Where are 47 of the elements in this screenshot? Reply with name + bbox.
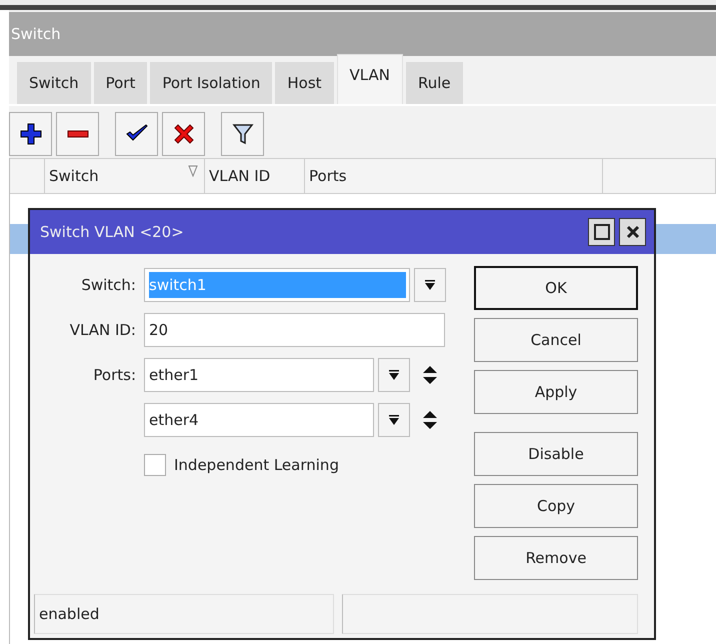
toolbar-button[interactable] (162, 112, 205, 156)
dropdown-icon (388, 369, 400, 381)
cross-icon (172, 123, 194, 145)
column-header[interactable]: Switch (45, 159, 205, 193)
toolbar-button[interactable] (115, 112, 158, 156)
column-header[interactable]: VLAN ID (205, 159, 305, 193)
tab[interactable]: Port (94, 62, 148, 104)
filter-icon (232, 123, 254, 145)
field-label: Ports: (92, 366, 136, 384)
dropdown-icon (388, 414, 400, 426)
dialog-button[interactable]: Cancel (474, 318, 638, 362)
close-button[interactable] (619, 218, 646, 246)
dropdown-field[interactable]: ether4 (144, 403, 374, 437)
field-label: VLAN ID: (68, 321, 136, 339)
reorder-icon (422, 365, 438, 385)
dialog-button[interactable]: Copy (474, 484, 638, 528)
maximize-icon (594, 224, 610, 240)
window-title: Switch (11, 25, 61, 43)
reorder-icon (422, 410, 438, 430)
dialog-button[interactable]: Apply (474, 370, 638, 414)
toolbar-button[interactable] (56, 112, 99, 156)
toolbar-button[interactable] (221, 112, 264, 156)
field-label: Switch: (80, 276, 136, 294)
dropdown-field[interactable]: ether1 (144, 358, 374, 392)
add-icon (20, 123, 42, 145)
dialog-button[interactable]: OK (474, 266, 638, 310)
tab[interactable]: Switch (17, 62, 91, 104)
toolbar-button[interactable] (9, 112, 52, 156)
dropdown-icon (424, 279, 436, 291)
input-field[interactable]: 20 (144, 313, 445, 347)
tab[interactable]: Host (275, 62, 334, 104)
checkbox-label: Independent Learning (174, 456, 339, 474)
dropdown-button[interactable] (414, 268, 446, 302)
dialog-button[interactable]: Remove (474, 536, 638, 580)
maximize-button[interactable] (588, 218, 615, 246)
dropdown-button[interactable] (378, 403, 410, 437)
dropdown-button[interactable] (378, 358, 410, 392)
tab[interactable]: VLAN (336, 54, 403, 104)
dialog-title: Switch VLAN <20> (40, 223, 184, 241)
sort-icon (188, 165, 198, 177)
checkbox[interactable] (144, 454, 166, 476)
dialog-button[interactable]: Disable (474, 432, 638, 476)
close-icon (626, 225, 640, 239)
column-header[interactable]: Ports (305, 159, 603, 193)
tab[interactable]: Rule (406, 62, 463, 104)
status-text: enabled (34, 594, 334, 634)
tab[interactable]: Port Isolation (150, 62, 272, 104)
